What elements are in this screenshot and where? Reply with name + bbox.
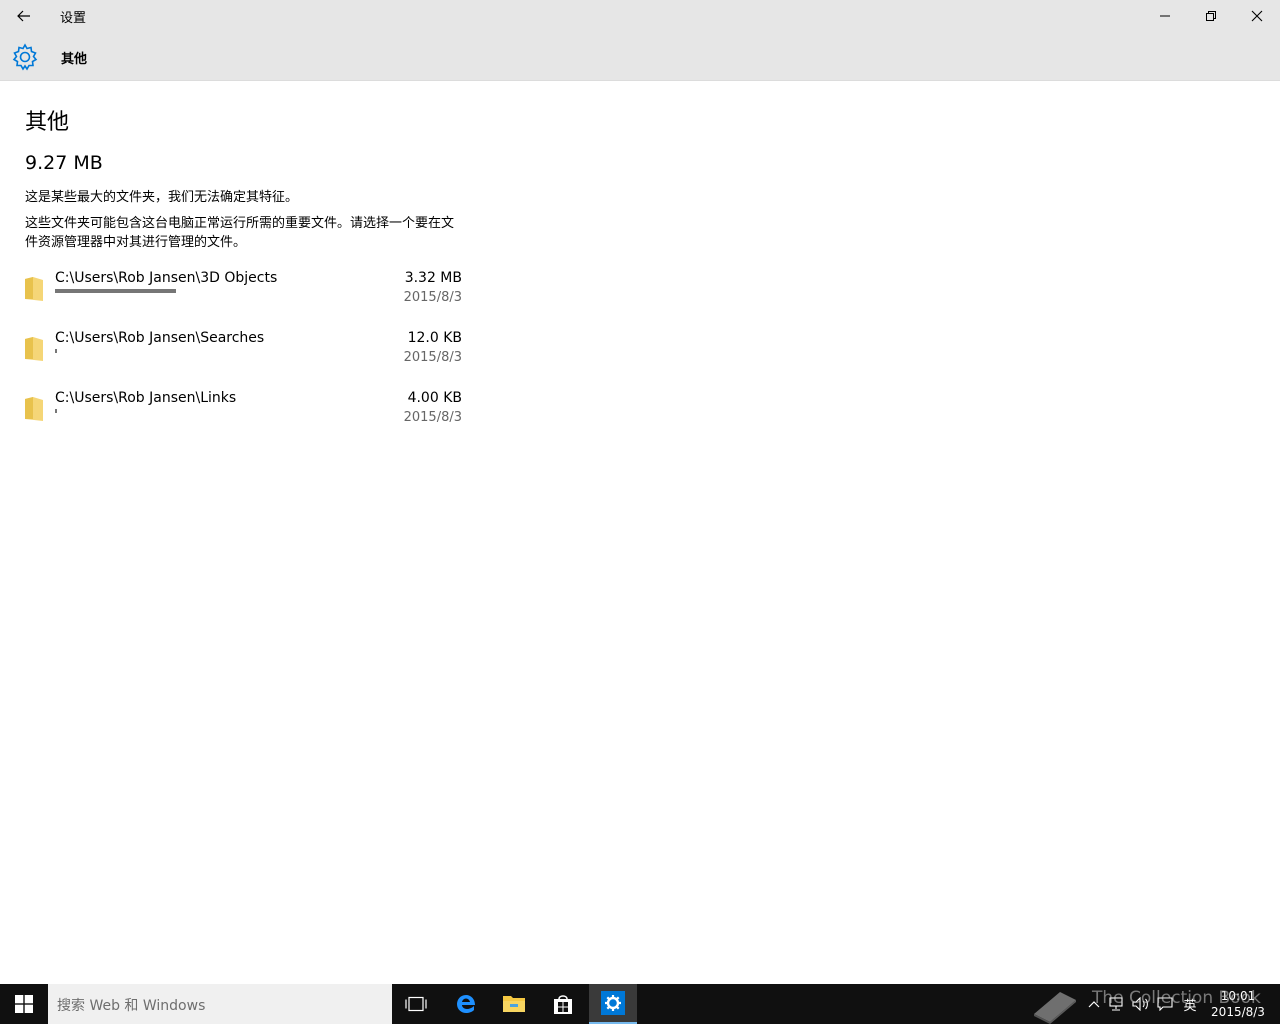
task-view-icon [405, 996, 427, 1012]
search-placeholder: 搜索 Web 和 Windows [57, 998, 206, 1014]
folder-icon [503, 996, 525, 1012]
taskbar: 搜索 Web 和 Windows 英 10:01 2015/8/3 The Co… [0, 984, 1280, 1024]
store-icon [554, 995, 572, 1014]
task-view-button[interactable] [392, 984, 440, 1024]
page-header: 其他 [0, 32, 1280, 81]
folder-date: 2015/8/3 [403, 410, 462, 425]
store-button[interactable] [539, 984, 587, 1024]
restore-button[interactable] [1188, 0, 1234, 32]
file-explorer-button[interactable] [490, 984, 538, 1024]
total-size: 9.27 MB [25, 152, 103, 174]
edge-button[interactable] [442, 984, 490, 1024]
start-button[interactable] [0, 984, 48, 1024]
description-text: 这些文件夹可能包含这台电脑正常运行所需的重要文件。请选择一个要在文件资源管理器中… [25, 216, 455, 250]
folder-icon [25, 277, 43, 301]
folder-path: C:\Users\Rob Jansen\Links [55, 390, 237, 406]
usage-bar [55, 289, 395, 293]
folder-size: 12.0 KB [407, 330, 462, 346]
header-title: 其他 [61, 52, 88, 67]
usage-bar-fill [55, 289, 177, 293]
folder-icon [25, 337, 43, 361]
search-input[interactable]: 搜索 Web 和 Windows [48, 984, 392, 1024]
window-title: 设置 [60, 11, 87, 26]
usage-bar [55, 349, 395, 353]
description-text: 这是某些最大的文件夹，我们无法确定其特征。 [25, 190, 299, 205]
page-title: 其他 [25, 110, 70, 135]
folder-row[interactable]: C:\Users\Rob Jansen\Links 4.00 KB 2015/8… [25, 390, 465, 438]
edge-icon [457, 995, 475, 1013]
restore-icon [1206, 11, 1216, 21]
folder-path: C:\Users\Rob Jansen\Searches [55, 330, 265, 346]
windows-logo-icon [15, 995, 33, 1013]
folder-size: 3.32 MB [404, 270, 462, 286]
book-icon [1034, 992, 1076, 1024]
folder-path: C:\Users\Rob Jansen\3D Objects [55, 270, 278, 286]
folder-row[interactable]: C:\Users\Rob Jansen\Searches 12.0 KB 201… [25, 330, 465, 378]
close-button[interactable] [1234, 0, 1280, 32]
folder-date: 2015/8/3 [403, 350, 462, 365]
folder-size: 4.00 KB [407, 390, 462, 406]
folder-icon [25, 397, 43, 421]
usage-bar-fill [55, 409, 57, 413]
gear-icon [12, 43, 38, 71]
close-icon [1251, 10, 1263, 22]
back-button[interactable] [0, 0, 48, 32]
watermark-text: The Collection Book [1092, 988, 1261, 1008]
settings-taskbar-button[interactable] [589, 984, 637, 1024]
minimize-icon [1160, 15, 1170, 17]
watermark: The Collection Book [1030, 984, 1280, 1024]
folder-row[interactable]: C:\Users\Rob Jansen\3D Objects 3.32 MB 2… [25, 270, 465, 318]
minimize-button[interactable] [1142, 0, 1188, 32]
folder-date: 2015/8/3 [403, 290, 462, 305]
usage-bar-fill [55, 349, 57, 353]
arrow-left-icon [17, 10, 30, 22]
title-bar: 设置 [0, 0, 1280, 32]
usage-bar [55, 409, 395, 413]
gear-icon [601, 991, 625, 1015]
